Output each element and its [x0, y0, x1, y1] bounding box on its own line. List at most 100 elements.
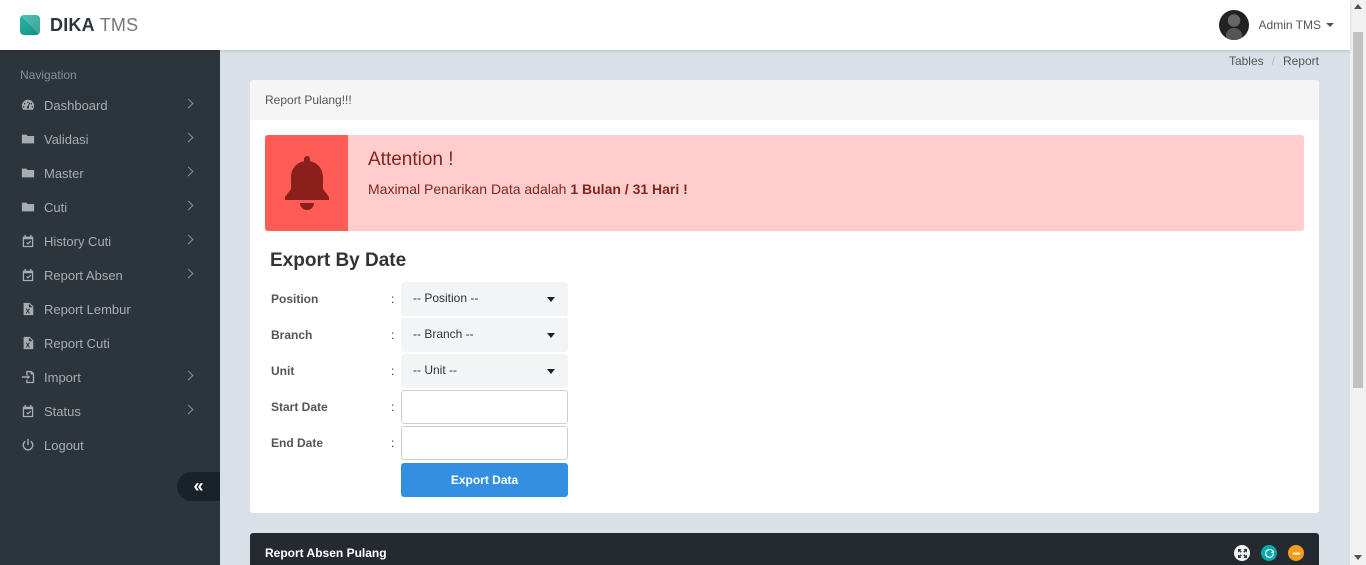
sidebar-minify-button[interactable]: « [177, 472, 220, 501]
calendar-check-icon [20, 268, 35, 283]
end-date-input[interactable] [401, 426, 568, 460]
excel-file-icon [20, 336, 35, 351]
attention-alert: Attention ! Maximal Penarikan Data adala… [265, 135, 1304, 231]
reload-button[interactable] [1261, 545, 1277, 561]
brand-name-light: TMS [99, 14, 139, 35]
user-name: Admin TMS [1258, 18, 1321, 32]
calendar-check-icon [20, 404, 35, 419]
position-label: Position [271, 292, 319, 306]
sidebar-item-label: Report Absen [44, 267, 123, 283]
breadcrumb: Tables / Report [1229, 54, 1319, 68]
panel-title: Report Absen Pulang [265, 546, 387, 560]
sidebar-item-label: Validasi [44, 131, 89, 147]
main-content: Tables / Report Report Pulang!!! Attention… [220, 50, 1350, 565]
sidebar-item-report-absen[interactable]: Report Absen [0, 258, 220, 292]
panel-tools [1234, 545, 1304, 561]
bell-icon [265, 135, 348, 231]
brand-logo-icon [20, 15, 40, 35]
sidebar-item-label: Status [44, 403, 81, 419]
sidebar-item-report-lembur[interactable]: Report Lembur [0, 292, 220, 326]
sidebar-item-label: Import [44, 369, 81, 385]
sidebar-item-cuti[interactable]: Cuti [0, 190, 220, 224]
colon: : [391, 328, 395, 342]
calendar-check-icon [20, 234, 35, 249]
scroll-down-arrow-icon[interactable] [1354, 555, 1362, 560]
expand-button[interactable] [1234, 545, 1250, 561]
sidebar-item-label: Cuti [44, 199, 68, 215]
chevron-down-icon [1326, 23, 1334, 27]
sidebar-item-dashboard[interactable]: Dashboard [0, 88, 220, 122]
start-date-label: Start Date [271, 400, 328, 414]
position-select-value: -- Position -- [413, 291, 479, 305]
caret-down-icon [547, 297, 555, 302]
chevron-right-icon [183, 268, 194, 279]
sidebar-item-label: Report Cuti [44, 335, 110, 351]
collapse-button[interactable] [1288, 545, 1304, 561]
nav-header: Navigation [20, 68, 77, 82]
excel-file-icon [20, 302, 35, 317]
unit-select-value: -- Unit -- [413, 363, 457, 377]
sidebar-item-label: Master [44, 165, 84, 181]
chevron-right-icon [183, 234, 194, 245]
chevron-right-icon [183, 404, 194, 415]
double-chevron-left-icon: « [193, 476, 204, 496]
user-menu[interactable]: Admin TMS [1218, 10, 1334, 40]
unit-select[interactable]: -- Unit -- [401, 354, 568, 388]
end-date-label: End Date [271, 436, 324, 450]
scrollbar-thumb[interactable] [1353, 32, 1363, 388]
chevron-right-icon [183, 200, 194, 211]
sidebar-item-validasi[interactable]: Validasi [0, 122, 220, 156]
unit-label: Unit [271, 364, 295, 378]
alert-message-bold: 1 Bulan / 31 Hari ! [570, 181, 688, 197]
page-scrollbar[interactable] [1350, 0, 1366, 565]
colon: : [391, 364, 395, 378]
sidebar-item-label: Dashboard [44, 97, 108, 113]
alert-message-text: Maximal Penarikan Data adalah [368, 181, 567, 197]
form-title: Export By Date [270, 250, 407, 271]
folder-icon [20, 132, 35, 147]
caret-down-icon [547, 333, 555, 338]
alert-title: Attention ! [368, 149, 454, 170]
breadcrumb-separator: / [1271, 54, 1275, 68]
sidebar-item-label: History Cuti [44, 233, 112, 249]
folder-icon [20, 166, 35, 181]
sidebar-item-logout[interactable]: Logout [0, 428, 220, 462]
colon: : [391, 292, 395, 306]
branch-select-value: -- Branch -- [413, 327, 474, 341]
chevron-right-icon [183, 132, 194, 143]
colon: : [391, 436, 395, 450]
position-select[interactable]: -- Position -- [401, 282, 568, 316]
colon: : [391, 400, 395, 414]
chevron-right-icon [183, 166, 194, 177]
breadcrumb-tables[interactable]: Tables [1229, 54, 1264, 68]
chevron-right-icon [183, 98, 194, 109]
sidebar-item-history-cuti[interactable]: History Cuti [0, 224, 220, 258]
folder-icon [20, 200, 35, 215]
avatar [1218, 10, 1249, 40]
power-icon [20, 438, 35, 453]
branch-label: Branch [271, 328, 313, 342]
top-header: DIKA TMS Admin TMS [0, 0, 1350, 50]
sidebar-item-label: Logout [44, 437, 84, 453]
scroll-up-arrow-icon[interactable] [1354, 4, 1362, 9]
chevron-right-icon [183, 370, 194, 381]
reload-icon [1264, 548, 1274, 558]
dashboard-icon [20, 98, 35, 113]
expand-icon [1237, 548, 1247, 558]
branch-select[interactable]: -- Branch -- [401, 318, 568, 352]
sidebar-item-master[interactable]: Master [0, 156, 220, 190]
sidebar-item-label: Report Lembur [44, 301, 131, 317]
alert-message: Maximal Penarikan Data adalah 1 Bulan / … [368, 181, 688, 197]
brand-name-bold: DIKA [50, 14, 95, 35]
export-data-button[interactable]: Export Data [401, 463, 568, 497]
report-absen-pulang-panel: Report Absen Pulang [250, 533, 1319, 565]
sidebar-item-status[interactable]: Status [0, 394, 220, 428]
sidebar-item-import[interactable]: Import [0, 360, 220, 394]
start-date-input[interactable] [401, 390, 568, 424]
sidebar: Navigation Dashboard Validasi Master Cut… [0, 50, 220, 565]
import-icon [20, 370, 35, 385]
report-panel: Report Pulang!!! Attention ! Maximal Pen… [250, 80, 1319, 513]
brand[interactable]: DIKA TMS [20, 15, 138, 36]
breadcrumb-report: Report [1282, 54, 1319, 68]
sidebar-item-report-cuti[interactable]: Report Cuti [0, 326, 220, 360]
